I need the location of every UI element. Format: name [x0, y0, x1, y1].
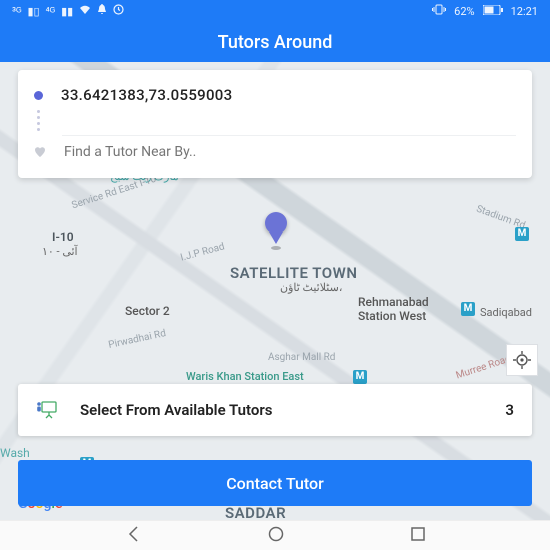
map-viewport[interactable]: مارک ریٹ شیخ Service Rd East I-10 I-10 آ… — [0, 62, 550, 520]
network-3g-icon: ³ᴳ — [12, 5, 22, 18]
map-label: Wash — [0, 446, 30, 460]
tutor-search-input[interactable] — [64, 144, 516, 160]
map-label: SATELLITE TOWN — [230, 264, 357, 282]
page-title: Tutors Around — [218, 32, 333, 53]
map-label: Sadiqabad — [480, 306, 532, 319]
metro-icon: M — [461, 302, 475, 316]
map-pin-icon — [265, 212, 287, 250]
metro-icon: M — [515, 227, 529, 241]
clock-time: 12:21 — [511, 5, 538, 18]
map-label: آئی - ۱۰ — [42, 245, 78, 258]
signal-icon: ▮▯ — [28, 5, 40, 18]
app-header: Tutors Around — [0, 22, 550, 62]
status-bar: ³ᴳ ▮▯ ⁴ᴳ ▮▮ 62% 12:21 — [0, 0, 550, 22]
map-label: SADDAR — [225, 504, 286, 520]
metro-icon: M — [353, 370, 367, 384]
bell-icon — [97, 4, 107, 18]
nav-home-icon[interactable] — [267, 525, 285, 547]
my-location-button[interactable] — [506, 344, 538, 376]
clock-icon — [113, 4, 124, 18]
vibrate-icon — [432, 4, 446, 18]
available-tutors-card[interactable]: Select From Available Tutors 3 — [18, 384, 532, 436]
nav-recent-icon[interactable] — [410, 526, 426, 546]
map-label: Rehmanabad Station West — [358, 295, 429, 323]
map-label: Waris Khan Station East — [186, 370, 304, 383]
map-label: Asghar Mall Rd — [268, 352, 335, 363]
map-label: I-10 — [52, 230, 74, 244]
origin-dot-icon — [34, 91, 43, 100]
destination-heart-icon — [34, 146, 46, 158]
route-dots-icon — [34, 110, 43, 131]
available-tutors-count: 3 — [505, 401, 514, 419]
contact-tutor-label: Contact Tutor — [226, 474, 324, 493]
map-label: Sector 2 — [125, 304, 170, 318]
network-4g-icon: ⁴ᴳ — [46, 5, 56, 18]
map-label: سٹلائیٹ ٹاؤن، — [280, 281, 342, 294]
location-search-card: 33.6421383,73.0559003 — [18, 70, 532, 178]
contact-tutor-button[interactable]: Contact Tutor — [18, 460, 532, 506]
signal-icon: ▮▮ — [61, 5, 73, 18]
battery-percent: 62% — [454, 5, 474, 18]
system-nav-bar — [0, 520, 550, 550]
presentation-icon — [36, 400, 58, 420]
battery-icon — [483, 5, 503, 18]
nav-back-icon[interactable] — [125, 525, 143, 547]
wifi-icon — [79, 5, 91, 18]
available-tutors-label: Select From Available Tutors — [80, 401, 505, 419]
current-coordinates[interactable]: 33.6421383,73.0559003 — [61, 86, 232, 104]
